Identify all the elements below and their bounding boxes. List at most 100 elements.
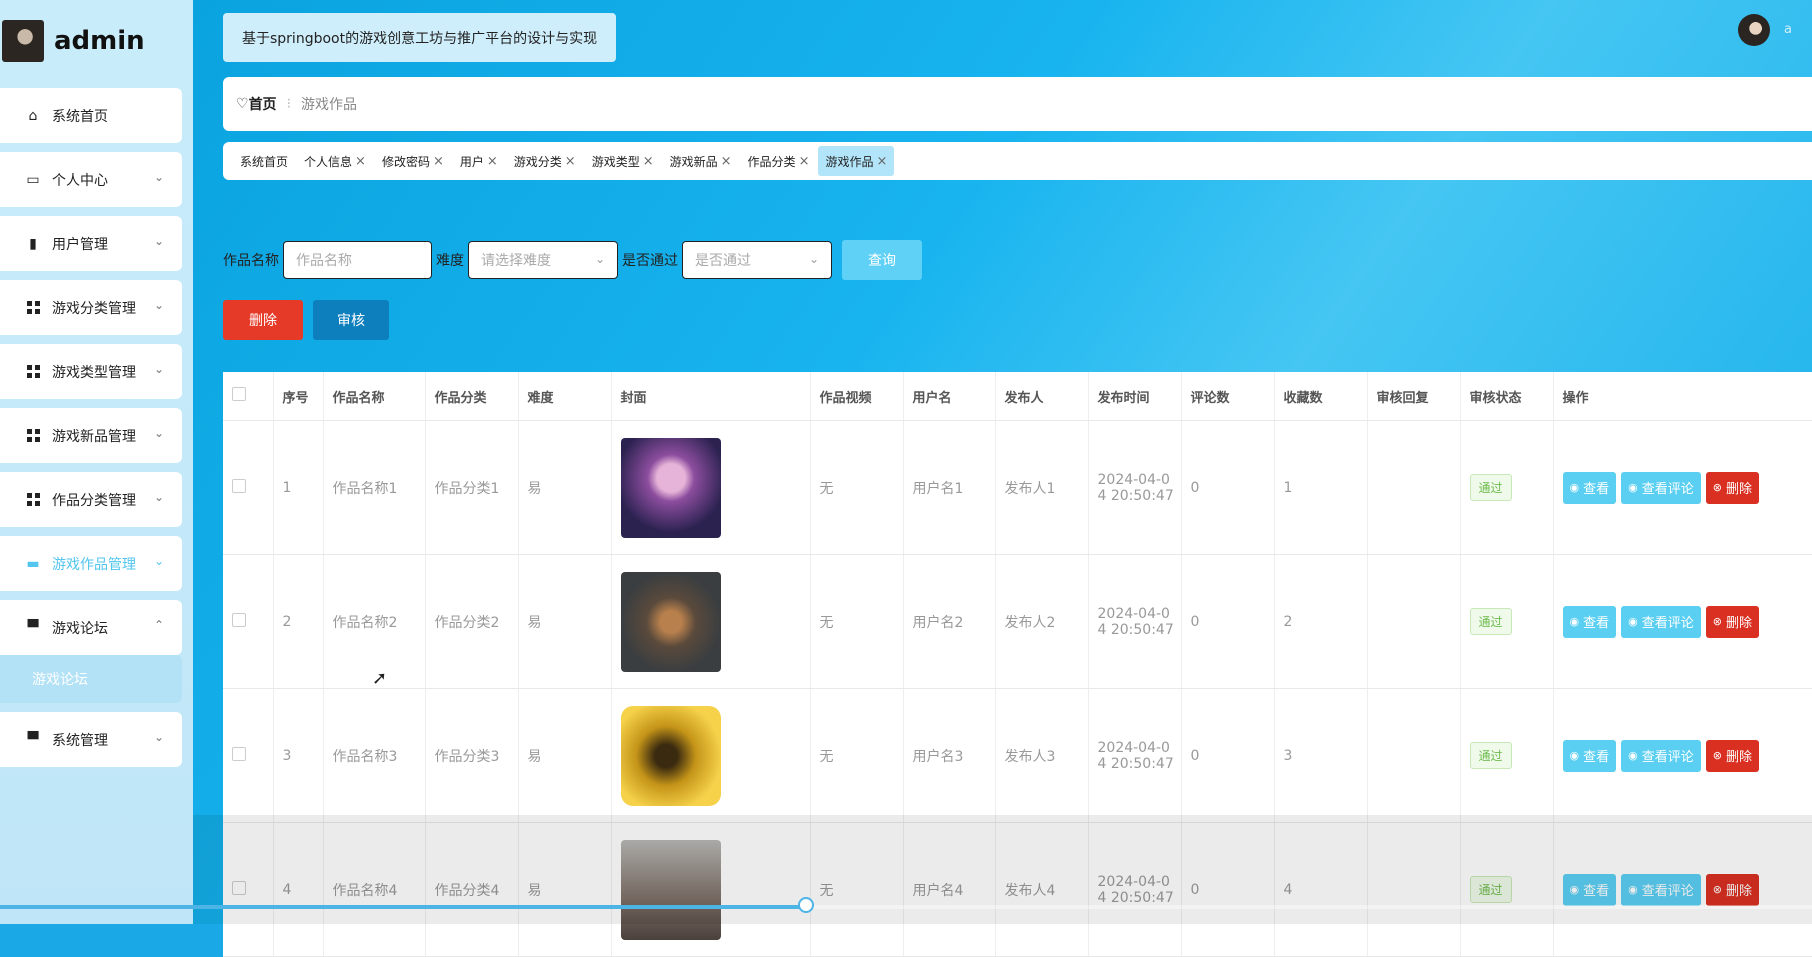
tag-home[interactable]: 系统首页 xyxy=(233,146,295,176)
table-header: 评论数 xyxy=(1181,372,1274,421)
cover-image[interactable] xyxy=(621,706,721,806)
op-buttons: ◉查看 ◉查看评论 ⊗删除 xyxy=(1563,472,1812,504)
tag-personal-info[interactable]: 个人信息× xyxy=(297,146,373,176)
delete-button[interactable]: ⊗删除 xyxy=(1706,740,1759,772)
chevron-down-icon: ⌄ xyxy=(154,170,164,184)
sidebar-item-work-category[interactable]: 作品分类管理 ⌄ xyxy=(0,472,182,527)
view-comments-button[interactable]: ◉查看评论 xyxy=(1621,472,1701,504)
view-comments-button[interactable]: ◉查看评论 xyxy=(1621,606,1701,638)
delete-label: 删除 xyxy=(1726,612,1752,631)
tag-game-category[interactable]: 游戏分类× xyxy=(507,146,583,176)
tags-view: 系统首页 个人信息× 修改密码× 用户× 游戏分类× 游戏类型× 游戏新品× 作… xyxy=(223,142,1812,180)
row-select-cell xyxy=(223,555,273,689)
grid-icon xyxy=(24,493,42,506)
chevron-down-icon: ⌄ xyxy=(154,234,164,248)
view-label: 查看 xyxy=(1583,746,1609,765)
sidebar-item-label: 用户管理 xyxy=(52,234,108,254)
cell-favorites: 2 xyxy=(1274,555,1367,689)
close-icon[interactable]: × xyxy=(721,154,732,169)
query-button[interactable]: 查询 xyxy=(842,240,922,280)
tag-game-new[interactable]: 游戏新品× xyxy=(663,146,739,176)
close-icon[interactable]: × xyxy=(565,154,576,169)
sidebar-item-game-category[interactable]: 游戏分类管理 ⌄ xyxy=(0,280,182,335)
close-icon[interactable]: × xyxy=(876,154,887,169)
delete-button[interactable]: ⊗删除 xyxy=(1706,874,1759,906)
tag-label: 系统首页 xyxy=(240,153,288,170)
select-all-cell xyxy=(223,372,273,421)
cover-image[interactable] xyxy=(621,840,721,940)
cover-image[interactable] xyxy=(621,572,721,672)
row-select-cell xyxy=(223,421,273,555)
tag-label: 个人信息 xyxy=(304,153,352,170)
status-badge: 通过 xyxy=(1470,474,1512,501)
cell-category: 作品分类1 xyxy=(425,421,518,555)
row-checkbox[interactable] xyxy=(232,479,246,493)
cell-comments: 0 xyxy=(1181,421,1274,555)
row-checkbox[interactable] xyxy=(232,881,246,895)
cover-image[interactable] xyxy=(621,438,721,538)
sidebar-item-personal-center[interactable]: ▭ 个人中心 ⌄ xyxy=(0,152,182,207)
sidebar-item-game-type[interactable]: 游戏类型管理 ⌄ xyxy=(0,344,182,399)
sidebar-item-label: 游戏新品管理 xyxy=(52,426,136,446)
sidebar-item-user-management[interactable]: ▮ 用户管理 ⌄ xyxy=(0,216,182,271)
table-header: 序号 xyxy=(273,372,323,421)
tag-user[interactable]: 用户× xyxy=(453,146,505,176)
tag-change-password[interactable]: 修改密码× xyxy=(375,146,451,176)
view-button[interactable]: ◉查看 xyxy=(1563,606,1617,638)
batch-delete-button[interactable]: 删除 xyxy=(223,300,303,340)
row-checkbox[interactable] xyxy=(232,613,246,627)
video-progress-bar[interactable] xyxy=(0,905,1812,909)
sidebar-item-game-forum[interactable]: ▀ 游戏论坛 ⌃ xyxy=(0,600,182,655)
admin-avatar xyxy=(2,20,44,62)
breadcrumb-current: 游戏作品 xyxy=(301,94,357,114)
op-buttons: ◉查看 ◉查看评论 ⊗删除 xyxy=(1563,740,1812,772)
close-icon[interactable]: × xyxy=(487,154,498,169)
view-label: 查看 xyxy=(1583,612,1609,631)
select-all-checkbox[interactable] xyxy=(232,387,246,401)
sidebar-item-label: 作品分类管理 xyxy=(52,490,136,510)
view-button[interactable]: ◉查看 xyxy=(1563,740,1617,772)
video-progress-handle[interactable] xyxy=(798,897,814,913)
eye-icon: ◉ xyxy=(1570,481,1580,494)
view-button[interactable]: ◉查看 xyxy=(1563,874,1617,906)
sidebar-subitem-game-forum[interactable]: 游戏论坛 xyxy=(0,655,182,703)
eye-icon: ◉ xyxy=(1628,615,1638,628)
tag-game-type[interactable]: 游戏类型× xyxy=(585,146,661,176)
difficulty-select[interactable]: 请选择难度 ⌄ xyxy=(468,241,618,279)
heart-icon: ♡ xyxy=(236,96,249,112)
sidebar-item-game-works[interactable]: ▬ 游戏作品管理 ⌄ xyxy=(0,536,182,591)
sidebar-item-label: 个人中心 xyxy=(52,170,108,190)
breadcrumb-home[interactable]: 首页 xyxy=(249,94,277,114)
works-table: 序号 作品名称 作品分类 难度 封面 作品视频 用户名 发布人 发布时间 评论数… xyxy=(223,372,1812,957)
eye-icon: ◉ xyxy=(1628,883,1638,896)
passed-select[interactable]: 是否通过 ⌄ xyxy=(682,241,832,279)
user-name[interactable]: a xyxy=(1784,22,1792,37)
delete-button[interactable]: ⊗删除 xyxy=(1706,472,1759,504)
audit-button[interactable]: 审核 xyxy=(313,300,389,340)
sidebar-item-game-new[interactable]: 游戏新品管理 ⌄ xyxy=(0,408,182,463)
close-icon[interactable]: × xyxy=(799,154,810,169)
sidebar-item-system-management[interactable]: ▀ 系统管理 ⌄ xyxy=(0,712,182,767)
row-checkbox[interactable] xyxy=(232,747,246,761)
tag-work-category[interactable]: 作品分类× xyxy=(741,146,817,176)
close-icon[interactable]: × xyxy=(643,154,654,169)
close-icon[interactable]: × xyxy=(355,154,366,169)
tag-game-works[interactable]: 游戏作品× xyxy=(818,146,894,176)
cell-status: 通过 xyxy=(1460,689,1553,823)
view-comments-button[interactable]: ◉查看评论 xyxy=(1621,874,1701,906)
table-row: 1 作品名称1 作品分类1 易 无 用户名1 发布人1 2024-04-04 2… xyxy=(223,421,1812,555)
delete-button[interactable]: ⊗删除 xyxy=(1706,606,1759,638)
work-name-input[interactable]: 作品名称 xyxy=(283,241,432,279)
eye-icon: ◉ xyxy=(1628,481,1638,494)
cell-reply xyxy=(1367,421,1460,555)
cell-cover xyxy=(611,555,810,689)
close-icon[interactable]: × xyxy=(433,154,444,169)
table-header: 审核状态 xyxy=(1460,372,1553,421)
view-button[interactable]: ◉查看 xyxy=(1563,472,1617,504)
sidebar-item-label: 游戏论坛 xyxy=(52,618,108,638)
view-comments-button[interactable]: ◉查看评论 xyxy=(1621,740,1701,772)
cell-reply xyxy=(1367,555,1460,689)
cell-status: 通过 xyxy=(1460,555,1553,689)
user-avatar[interactable] xyxy=(1738,14,1770,46)
sidebar-item-home[interactable]: ⌂ 系统首页 xyxy=(0,88,182,143)
